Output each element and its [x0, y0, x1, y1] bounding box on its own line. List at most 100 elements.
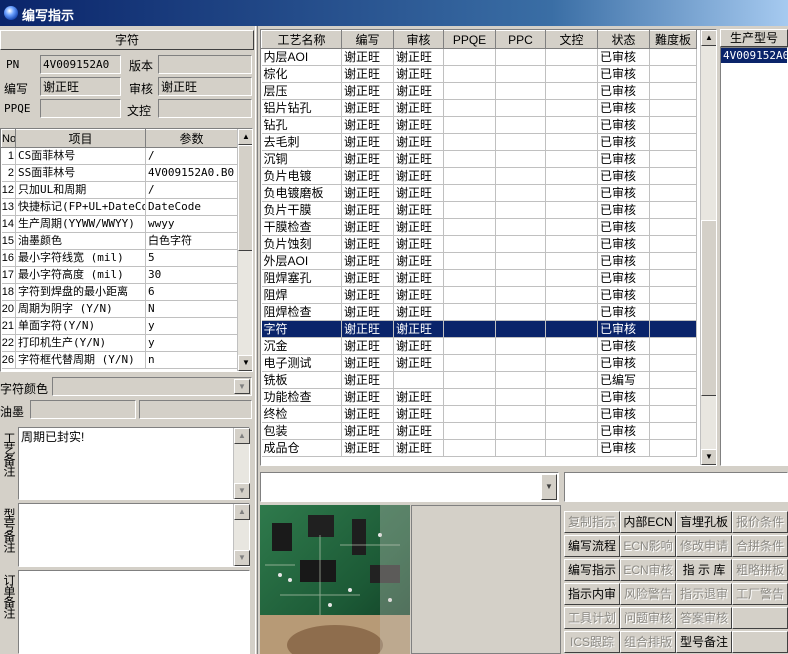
- table-row[interactable]: 钻孔 谢正旺 谢正旺 已审核: [261, 116, 697, 134]
- action-button-2-2[interactable]: 指 示 库: [676, 559, 732, 581]
- process-header-0[interactable]: 工艺名称: [261, 30, 342, 49]
- process-grid[interactable]: 工艺名称 编写 审核 PPQE PPC 文控 状态 難度板 内层AOI 谢正旺 谢正旺 已审核 棕化谢…: [260, 29, 717, 466]
- action-button-0-1[interactable]: 内部ECN: [620, 511, 676, 533]
- table-row[interactable]: 沉金 谢正旺 谢正旺 已审核: [261, 337, 697, 355]
- table-row[interactable]: 18 字符到焊盘的最小距离 6: [1, 283, 238, 301]
- char-color-select[interactable]: ▼: [52, 377, 252, 396]
- table-row[interactable]: 字符 谢正旺 谢正旺 已审核: [261, 320, 697, 338]
- table-row[interactable]: 阻焊塞孔 谢正旺 谢正旺 已审核: [261, 269, 697, 287]
- order-note-textarea[interactable]: [18, 570, 250, 654]
- process-scrollbar[interactable]: ▲ ▼: [700, 30, 716, 465]
- table-row[interactable]: 外层AOI 谢正旺 谢正旺 已审核: [261, 252, 697, 270]
- table-row[interactable]: 电子测试 谢正旺 谢正旺 已审核: [261, 354, 697, 372]
- scroll-up-icon[interactable]: ▲: [238, 129, 252, 145]
- table-row[interactable]: 负电镀磨板 谢正旺 谢正旺 已审核: [261, 184, 697, 202]
- action-button-1-0[interactable]: 编写流程: [564, 535, 620, 557]
- table-row[interactable]: 15 油墨颜色 白色字符: [1, 232, 238, 250]
- action-button-2-1[interactable]: ECN审核: [620, 559, 676, 581]
- params-header-item[interactable]: 项目: [15, 129, 146, 148]
- params-scrollbar[interactable]: ▲ ▼: [237, 129, 252, 371]
- chevron-down-icon[interactable]: ▼: [541, 474, 557, 500]
- action-button-5-3[interactable]: [732, 631, 788, 653]
- process-header-1[interactable]: 编写: [341, 30, 394, 49]
- scroll-down-icon[interactable]: ▼: [234, 550, 250, 566]
- scroll-down-icon[interactable]: ▼: [238, 355, 252, 371]
- table-row[interactable]: 沉铜 谢正旺 谢正旺 已审核: [261, 150, 697, 168]
- model-note-scrollbar[interactable]: ▲ ▼: [233, 504, 250, 566]
- process-header-5[interactable]: 文控: [545, 30, 598, 49]
- search-input[interactable]: [564, 472, 788, 502]
- model-list-item[interactable]: 4V009152A0: [721, 48, 787, 63]
- table-row[interactable]: 26 字符框代替周期 (Y/N) n: [1, 351, 238, 369]
- action-button-0-0[interactable]: 复制指示: [564, 511, 620, 533]
- ink-field-1[interactable]: [30, 400, 136, 419]
- scroll-up-icon[interactable]: ▲: [701, 30, 716, 46]
- table-row[interactable]: 铣板 谢正旺 已编写: [261, 371, 697, 389]
- process-note-scrollbar[interactable]: ▲ ▼: [233, 428, 250, 499]
- action-button-5-1[interactable]: 组合排版: [620, 631, 676, 653]
- scroll-thumb[interactable]: [701, 220, 716, 396]
- version-field[interactable]: [158, 55, 252, 74]
- chevron-down-icon[interactable]: ▼: [234, 379, 250, 394]
- action-button-3-1[interactable]: 风险警告: [620, 583, 676, 605]
- ppqe-field[interactable]: [40, 99, 121, 118]
- table-row[interactable]: 终检 谢正旺 谢正旺 已审核: [261, 405, 697, 423]
- action-button-2-0[interactable]: 编写指示: [564, 559, 620, 581]
- action-button-4-2[interactable]: 答案审核: [676, 607, 732, 629]
- action-button-3-0[interactable]: 指示内审: [564, 583, 620, 605]
- action-button-3-2[interactable]: 指示退审: [676, 583, 732, 605]
- process-header-6[interactable]: 状态: [597, 30, 650, 49]
- table-row[interactable]: 20 周期为阴字 (Y/N) N: [1, 300, 238, 318]
- pn-field[interactable]: 4V009152A0: [40, 55, 121, 74]
- action-button-1-2[interactable]: 修改申请: [676, 535, 732, 557]
- ink-field-2[interactable]: [139, 400, 252, 419]
- table-row[interactable]: 2 SS面菲林号 4V009152A0.B0: [1, 164, 238, 182]
- scroll-thumb[interactable]: [238, 145, 252, 251]
- table-row[interactable]: 铝片钻孔 谢正旺 谢正旺 已审核: [261, 99, 697, 117]
- table-row[interactable]: 22 打印机生产(Y/N) y: [1, 334, 238, 352]
- process-header-3[interactable]: PPQE: [443, 30, 496, 49]
- scroll-up-icon[interactable]: ▲: [234, 504, 250, 520]
- action-button-3-3[interactable]: 工厂警告: [732, 583, 788, 605]
- table-row[interactable]: 14 生产周期(YYWW/WWYY) wwyy: [1, 215, 238, 233]
- action-button-0-2[interactable]: 盲埋孔板: [676, 511, 732, 533]
- action-button-2-3[interactable]: 粗略拼板: [732, 559, 788, 581]
- model-list[interactable]: 4V009152A0: [720, 47, 788, 466]
- table-row[interactable]: 16 最小字符线宽 (mil) 5: [1, 249, 238, 267]
- table-row[interactable]: 17 最小字符高度 (mil) 30: [1, 266, 238, 284]
- process-header-4[interactable]: PPC: [495, 30, 546, 49]
- action-button-1-3[interactable]: 合拼条件: [732, 535, 788, 557]
- table-row[interactable]: 12 只加UL和周期 /: [1, 181, 238, 199]
- table-row[interactable]: 负片蚀刻 谢正旺 谢正旺 已审核: [261, 235, 697, 253]
- table-row[interactable]: 负片干膜 谢正旺 谢正旺 已审核: [261, 201, 697, 219]
- action-button-5-2[interactable]: 型号备注: [676, 631, 732, 653]
- scroll-up-icon[interactable]: ▲: [234, 428, 250, 444]
- table-row[interactable]: 干膜检查 谢正旺 谢正旺 已审核: [261, 218, 697, 236]
- scroll-down-icon[interactable]: ▼: [234, 483, 250, 499]
- model-note-textarea[interactable]: ▲ ▼: [18, 503, 250, 567]
- params-header-value[interactable]: 参数: [145, 129, 238, 148]
- action-button-4-0[interactable]: 工具计划: [564, 607, 620, 629]
- table-row[interactable]: 功能检查 谢正旺 谢正旺 已审核: [261, 388, 697, 406]
- splitter[interactable]: [255, 26, 258, 654]
- writer-field[interactable]: 谢正旺: [40, 77, 121, 96]
- process-header-2[interactable]: 审核: [393, 30, 444, 49]
- action-button-5-0[interactable]: ICS跟踪: [564, 631, 620, 653]
- table-row[interactable]: 包装 谢正旺 谢正旺 已审核: [261, 422, 697, 440]
- action-button-4-3[interactable]: [732, 607, 788, 629]
- process-combo[interactable]: ▼: [260, 472, 559, 502]
- table-row[interactable]: 去毛刺 谢正旺 谢正旺 已审核: [261, 133, 697, 151]
- table-row[interactable]: 内层AOI 谢正旺 谢正旺 已审核: [261, 48, 697, 66]
- action-button-4-1[interactable]: 问题审核: [620, 607, 676, 629]
- table-row[interactable]: 棕化 谢正旺 谢正旺 已审核: [261, 65, 697, 83]
- table-row[interactable]: 成品仓 谢正旺 谢正旺 已审核: [261, 439, 697, 457]
- process-note-textarea[interactable]: 周期已封实! ▲ ▼: [18, 427, 250, 500]
- table-row[interactable]: 阻焊检查 谢正旺 谢正旺 已审核: [261, 303, 697, 321]
- table-row[interactable]: 21 单面字符(Y/N) y: [1, 317, 238, 335]
- doc-control-field[interactable]: [158, 99, 252, 118]
- table-row[interactable]: 阻焊 谢正旺 谢正旺 已审核: [261, 286, 697, 304]
- table-row[interactable]: 负片电镀 谢正旺 谢正旺 已审核: [261, 167, 697, 185]
- table-row[interactable]: 层压 谢正旺 谢正旺 已审核: [261, 82, 697, 100]
- table-row[interactable]: 1 CS面菲林号 /: [1, 147, 238, 165]
- action-button-0-3[interactable]: 报价条件: [732, 511, 788, 533]
